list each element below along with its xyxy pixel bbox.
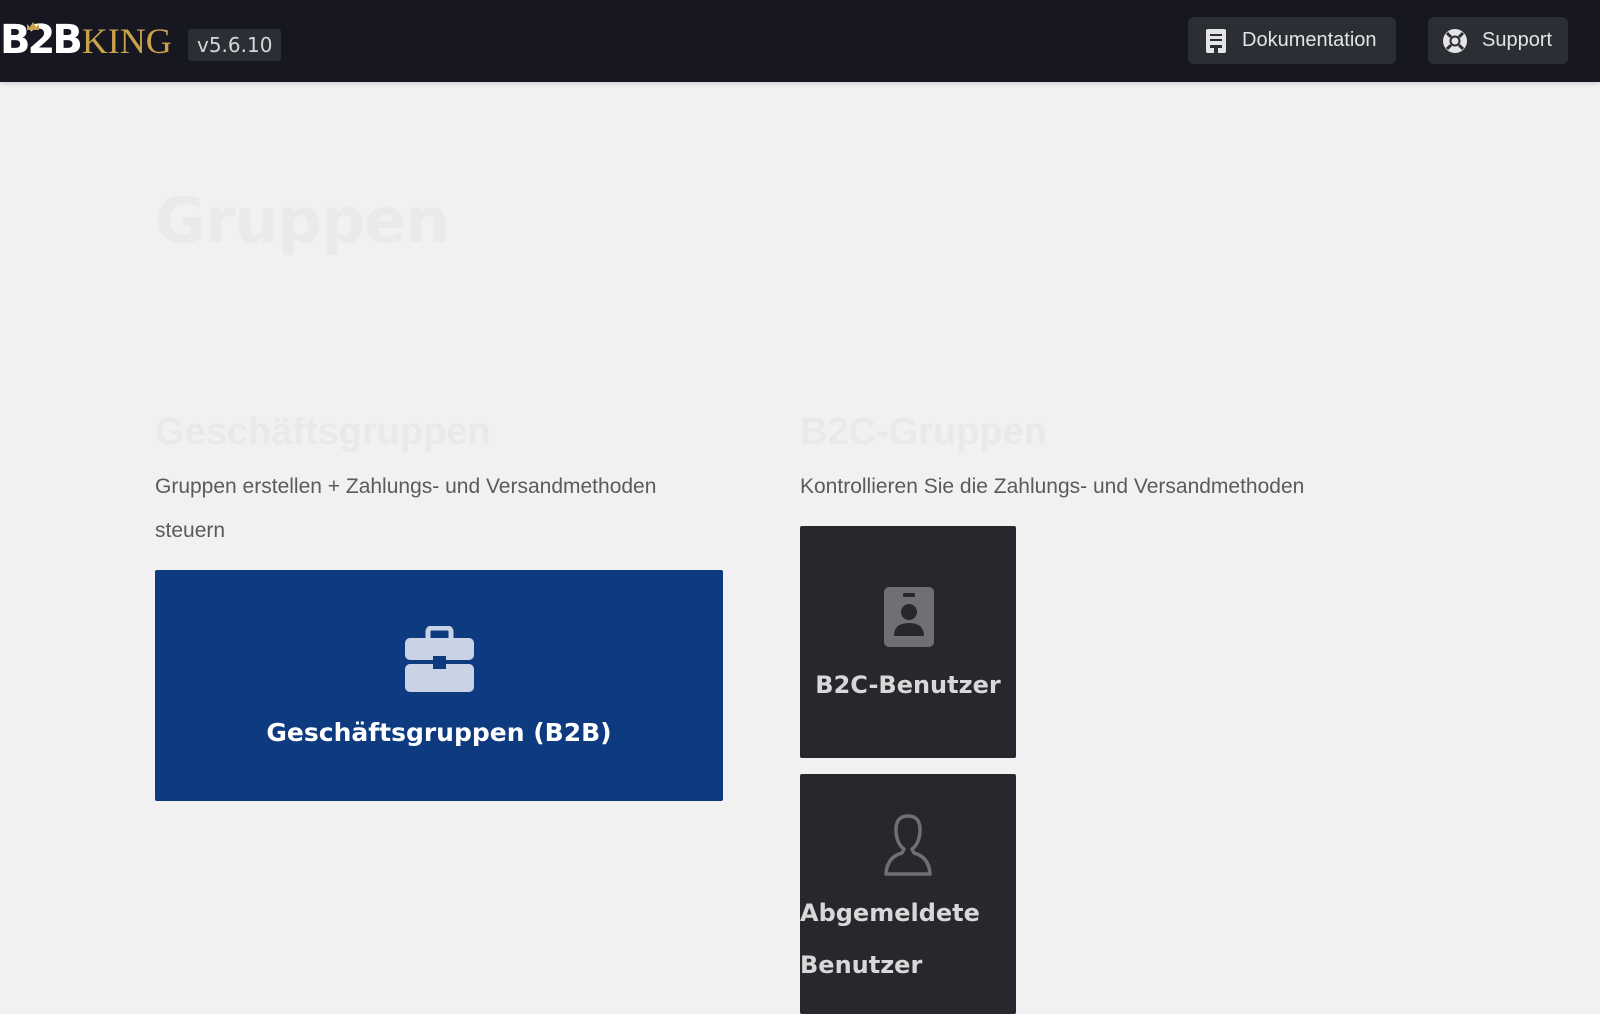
version-badge: v5.6.10 — [188, 29, 282, 61]
business-groups-description: Gruppen erstellen + Zahlungs- und Versan… — [155, 475, 657, 542]
documentation-label: Dokumentation — [1242, 29, 1377, 51]
crown-icon — [27, 22, 39, 30]
logged-out-users-label: Abgemeldete Benutzer — [800, 899, 980, 979]
id-badge-icon — [884, 587, 934, 647]
life-ring-icon — [1441, 27, 1469, 55]
logged-out-users-card[interactable]: Abgemeldete Benutzer — [800, 774, 1016, 1014]
user-outline-icon — [884, 814, 932, 876]
document-icon — [1204, 27, 1228, 55]
support-label: Support — [1482, 29, 1553, 51]
business-groups-title: Geschäftsgruppen — [155, 411, 491, 453]
documentation-button[interactable]: Dokumentation — [1188, 17, 1396, 64]
b2bking-logo[interactable]: B2B KING — [0, 17, 172, 63]
business-groups-card-label: Geschäftsgruppen (B2B) — [266, 718, 612, 747]
business-groups-b2b-card[interactable]: Geschäftsgruppen (B2B) — [155, 570, 723, 801]
b2c-users-label: B2C-Benutzer — [815, 671, 1001, 699]
logo-king-text: KING — [81, 21, 172, 61]
b2c-groups-title: B2C-Gruppen — [800, 411, 1047, 453]
b2c-users-card[interactable]: B2C-Benutzer — [800, 526, 1016, 758]
top-bar: B2B KING v5.6.10 Dokumentation Support — [0, 0, 1600, 82]
support-button[interactable]: Support — [1428, 17, 1568, 64]
b2c-groups-description: Kontrollieren Sie die Zahlungs- und Vers… — [800, 475, 1305, 498]
briefcase-icon — [405, 626, 474, 692]
page-title: Gruppen — [155, 184, 450, 257]
